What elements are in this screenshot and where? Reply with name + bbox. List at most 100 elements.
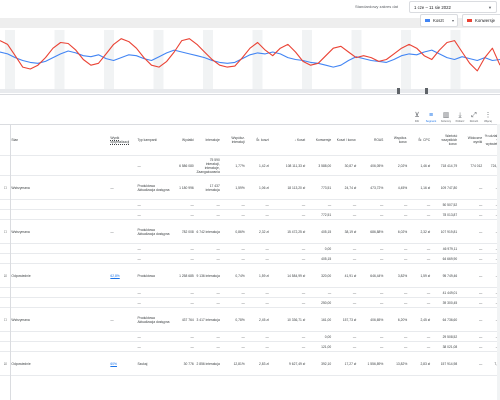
table-row[interactable]: ———————————50 507,52——: [0, 199, 500, 210]
table-cell-col-15: 774 012: [458, 155, 484, 176]
table-cell-col-3: —: [136, 253, 172, 264]
table-row[interactable]: ☑ Odpowiednie 60% Szukaj 30 776 2 856 interak…: [0, 351, 500, 376]
row-checkbox[interactable]: [0, 331, 11, 342]
more-button[interactable]: ⋮ Więcej: [482, 112, 494, 123]
column-header-2[interactable]: Wynik optymalizacji: [109, 124, 137, 156]
table-cell-col-8: 10 336,71 zł: [269, 307, 307, 332]
table-row[interactable]: ☐ Wstrzymana — Produktowa Aktualizacja dost…: [0, 307, 500, 332]
table-cell-col-7: 2,45 zł: [245, 307, 270, 332]
table-cell-col-1: Odpowiednie: [10, 351, 110, 376]
table-cell-col-10: 41,91 zł: [332, 263, 358, 288]
chevron-down-icon: ▾: [451, 18, 454, 23]
row-checkbox[interactable]: ☐: [0, 219, 11, 244]
table-cell-col-12: —: [384, 199, 409, 210]
column-header-15[interactable]: Widoczne wyniki: [458, 124, 484, 156]
column-header-8[interactable]: ↓ Koszt: [269, 124, 307, 156]
table-cell-col-6: —: [220, 287, 246, 298]
table-cell-col-8: —: [269, 297, 307, 308]
table-cell-col-15: —: [458, 175, 484, 200]
table-row[interactable]: ☐ Wstrzymana — Produktowa Aktualizacja dost…: [0, 175, 500, 200]
table-cell-col-9: 392,10: [306, 351, 333, 376]
table-cell-col-13: —: [408, 341, 432, 352]
column-header-11[interactable]: ROAS: [357, 124, 385, 156]
column-header-14[interactable]: Wartość wszystkich konw.: [431, 124, 459, 156]
table-cell-col-13: —: [408, 209, 432, 220]
table-cell-col-3: —: [136, 341, 172, 352]
table-cell-col-11: 1 556,89%: [357, 351, 385, 376]
column-header-6[interactable]: Współcz. interakcji: [220, 124, 246, 156]
table-cell-col-5: —: [194, 341, 221, 352]
column-header-7[interactable]: Śr. koszt: [245, 124, 270, 156]
table-row[interactable]: ——————0,00————29 508,52——: [0, 331, 500, 342]
table-row[interactable]: ———————————41 449,01——: [0, 287, 500, 298]
table-cell-col-8: —: [269, 287, 307, 298]
table-cell-col-10: —: [332, 297, 358, 308]
table-cell-col-5: 6 742 interakcja: [194, 219, 221, 244]
table-row[interactable]: ——————0,00————46 979,11——: [0, 243, 500, 254]
table-row[interactable]: ——————121,00————38 021,08——: [0, 341, 500, 352]
row-checkbox[interactable]: [0, 209, 11, 220]
segment-button[interactable]: ≡ Segment: [425, 112, 437, 123]
table-row[interactable]: ——————405,15————64 669,90——: [0, 253, 500, 264]
column-header-3[interactable]: Typ kampanii: [136, 124, 172, 156]
table-cell-col-9: 161,00: [306, 307, 333, 332]
table-cell-col-9: 121,00: [306, 341, 333, 352]
column-header-4[interactable]: Wydatki: [171, 124, 195, 156]
table-cell-col-3: —: [136, 209, 172, 220]
table-cell-col-1: [10, 341, 110, 352]
table-cell-col-2: —: [109, 307, 137, 332]
column-header-12[interactable]: Współcz. konw.: [384, 124, 409, 156]
metric-selector-cost[interactable]: Koszt ▾: [420, 14, 458, 27]
table-cell-col-15: —: [458, 351, 484, 376]
table-row[interactable]: ☐ Wstrzymana — Produktowa Aktualizacja dost…: [0, 219, 500, 244]
column-header-13[interactable]: Śr. CPC: [408, 124, 432, 156]
column-header-5[interactable]: Interakcje: [194, 124, 221, 156]
download-button[interactable]: ⤓ Pobierz: [454, 112, 466, 123]
table-cell-col-13: 2,83 zł: [408, 351, 432, 376]
row-checkbox[interactable]: [0, 243, 11, 254]
row-checkbox[interactable]: [0, 287, 11, 298]
table-cell-col-13: 1,16 zł: [408, 175, 432, 200]
table-cell-col-6: —: [220, 253, 246, 264]
filter-button[interactable]: ⊻ Filtr: [411, 112, 423, 123]
table-cell-col-4: 30 776: [171, 351, 195, 376]
table-cell-col-9: 773,51: [306, 175, 333, 200]
column-header-10[interactable]: Koszt / konw.: [332, 124, 358, 156]
row-checkbox[interactable]: [0, 199, 11, 210]
row-checkbox[interactable]: [0, 155, 11, 176]
row-checkbox[interactable]: ☐: [0, 175, 11, 200]
columns-button[interactable]: ▥ Kolumny: [440, 112, 452, 123]
table-cell-col-4: —: [171, 287, 195, 298]
table-row[interactable]: —6 586 080 75 590 interakcji, interakcje,…: [0, 155, 500, 176]
column-header-9[interactable]: Konwersje: [306, 124, 333, 156]
column-header-1[interactable]: Stan: [10, 124, 110, 156]
column-header-0[interactable]: [0, 124, 11, 156]
table-cell-col-3: Szukaj: [136, 351, 172, 376]
table-row[interactable]: ——————772,51————78 013,87——: [0, 209, 500, 220]
table-cell-col-10: —: [332, 199, 358, 210]
table-row[interactable]: ——————250,00————39 300,45——: [0, 297, 500, 308]
table-cell-col-1: Wstrzymana: [10, 219, 110, 244]
date-range-picker[interactable]: 1 cze – 11 sie 2022 ▼: [409, 1, 497, 13]
table-row[interactable]: ☑ Odpowiednie 62,8% Produktowa 1 258 685 9 13…: [0, 263, 500, 288]
table-cell-col-5: —: [194, 243, 221, 254]
table-cell-col-7: —: [245, 341, 270, 352]
metric-selector-conversions[interactable]: Konwersje ▾: [462, 14, 500, 27]
frozen-column-divider: [10, 124, 11, 400]
row-checkbox[interactable]: [0, 341, 11, 352]
series-line-cost: [0, 49, 500, 68]
filter-icon: ⊻: [414, 112, 420, 119]
table-cell-col-6: —: [220, 199, 246, 210]
row-checkbox[interactable]: ☑: [0, 351, 11, 376]
table-cell-col-11: 406,65%: [357, 307, 385, 332]
row-checkbox[interactable]: ☑: [0, 263, 11, 288]
row-checkbox[interactable]: [0, 253, 11, 264]
table-cell-col-6: 0,86%: [220, 219, 246, 244]
expand-button[interactable]: ⤢ Rozwiń: [468, 112, 480, 123]
table-cell-col-1: Wstrzymana: [10, 175, 110, 200]
weekend-band: [351, 30, 362, 92]
table-cell-col-4: 782 008: [171, 219, 195, 244]
table-cell-col-4: 6 586 080: [171, 155, 195, 176]
row-checkbox[interactable]: [0, 297, 11, 308]
row-checkbox[interactable]: ☐: [0, 307, 11, 332]
